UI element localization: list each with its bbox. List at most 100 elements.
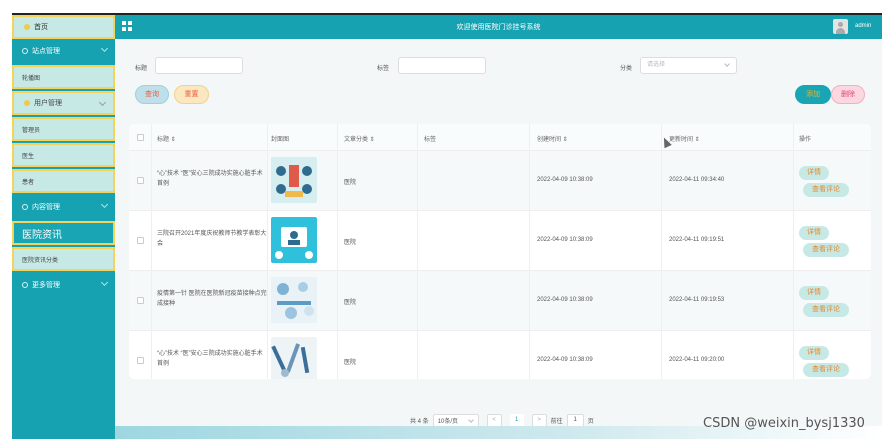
top-header: 欢迎使用医院门诊挂号系统 admin — [115, 15, 882, 39]
page-number[interactable]: 1 — [509, 413, 524, 427]
column-header-tags: 标签 — [424, 137, 437, 143]
row-updated: 2022-04-11 09:34:40 — [669, 177, 725, 183]
sidebar-item-label: 医院资讯 — [22, 229, 62, 241]
sidebar-item-hospital-news[interactable]: 医院资讯 — [12, 221, 115, 245]
column-divider — [793, 124, 794, 379]
detail-button[interactable]: 详情 — [799, 346, 829, 360]
sidebar-item-admins[interactable]: 管理员 — [12, 117, 115, 141]
tag-filter-label: 标签 — [377, 66, 390, 72]
next-page-button[interactable]: > — [531, 413, 547, 427]
row-checkbox[interactable] — [137, 237, 144, 244]
sidebar-group-label: 更多管理 — [32, 282, 60, 289]
goto-unit: 页 — [587, 418, 594, 425]
goto-label: 前往 — [550, 418, 563, 425]
view-comments-button[interactable]: 查看评论 — [803, 363, 849, 377]
sidebar-item-carousel[interactable]: 轮播图 — [12, 65, 115, 89]
sidebar-item-label: 首页 — [34, 24, 48, 31]
sidebar-group-label: 站点管理 — [32, 48, 60, 55]
table-row: “心”技术 “医”安心三院成功实施心脏手术 首例 医院 2022-04-09 1… — [129, 151, 871, 211]
row-created: 2022-04-09 10:38:09 — [537, 357, 593, 363]
row-checkbox[interactable] — [137, 177, 144, 184]
sidebar-item-patients[interactable]: 患者 — [12, 169, 115, 193]
sidebar-item-home[interactable]: 首页 — [12, 15, 115, 39]
sidebar-group-site[interactable]: 站点管理 — [12, 39, 115, 63]
sidebar-group-label: 用户管理 — [34, 100, 62, 107]
chevron-down-icon — [100, 278, 109, 287]
sidebar-item-news-category[interactable]: 医院资讯分类 — [12, 247, 115, 271]
row-category: 医院 — [344, 300, 357, 306]
detail-button[interactable]: 详情 — [799, 286, 829, 300]
cover-image — [271, 157, 317, 203]
pagination: 共 4 条 10条/页 < 1 > 前往 1 页 — [410, 413, 594, 427]
add-button[interactable]: 添加 — [795, 85, 831, 104]
news-table: 标题 ⇕ 封面图 文章分类 ⇕ 标签 创建时间 ⇕ 更新时间 ⇕ 操作 “心”技… — [129, 124, 871, 379]
column-divider — [417, 124, 418, 379]
cover-image — [271, 337, 317, 379]
column-header-cover: 封面图 — [271, 137, 290, 143]
row-category: 医院 — [344, 360, 357, 366]
row-created: 2022-04-09 10:38:09 — [537, 297, 593, 303]
sidebar-group-users[interactable]: 用户管理 — [12, 91, 115, 115]
row-checkbox[interactable] — [137, 357, 144, 364]
row-updated: 2022-04-11 09:19:51 — [669, 237, 725, 243]
cover-image — [271, 217, 317, 263]
prev-page-button[interactable]: < — [486, 413, 502, 427]
view-comments-button[interactable]: 查看评论 — [803, 183, 849, 197]
row-title: “心”技术 “医”安心三院成功实施心脏手术 首例 — [157, 171, 263, 187]
sidebar-item-label: 患者 — [22, 179, 35, 186]
row-created: 2022-04-09 10:38:09 — [537, 237, 593, 243]
detail-button[interactable]: 详情 — [799, 226, 829, 240]
avatar[interactable] — [833, 19, 848, 34]
column-divider — [337, 124, 338, 379]
chevron-down-icon — [724, 61, 730, 67]
view-comments-button[interactable]: 查看评论 — [803, 243, 849, 257]
chevron-down-icon — [100, 200, 109, 209]
delete-button[interactable]: 删除 — [831, 85, 865, 104]
sidebar-item-doctors[interactable]: 医生 — [12, 143, 115, 167]
column-header-created[interactable]: 创建时间 ⇕ — [537, 134, 568, 143]
table-row: 疫情第一针 医院在医院新冠疫苗接种点完成接种 医院 2022-04-09 10:… — [129, 271, 871, 331]
view-comments-button[interactable]: 查看评论 — [803, 303, 849, 317]
select-all-checkbox[interactable] — [137, 134, 144, 141]
home-icon — [24, 24, 30, 30]
title-filter-input[interactable] — [155, 57, 243, 74]
row-created: 2022-04-09 10:38:09 — [537, 177, 593, 183]
cover-image — [271, 277, 317, 323]
category-select[interactable]: 请选择 — [640, 57, 737, 74]
tag-filter-input[interactable] — [398, 57, 486, 74]
table-row: 三院召开2021年度庆祝教师节教学表彰大会 医院 2022-04-09 10:3… — [129, 211, 871, 271]
row-title: 疫情第一针 医院在医院新冠疫苗接种点完成接种 — [157, 291, 267, 307]
row-checkbox[interactable] — [137, 297, 144, 304]
category-filter-label: 分类 — [620, 66, 633, 72]
sidebar-group-content[interactable]: 内容管理 — [12, 195, 115, 219]
app-frame: 首页 站点管理 轮播图 用户管理 管理员 医生 患者 内容管理 医院资讯 医院资… — [12, 13, 882, 439]
chevron-down-icon — [98, 98, 107, 107]
page-size-select[interactable]: 10条/页 — [432, 413, 479, 427]
sidebar-item-label: 医院资讯分类 — [22, 257, 59, 264]
chevron-down-icon — [100, 44, 109, 53]
reset-button[interactable]: 重置 — [174, 85, 209, 104]
column-divider — [661, 124, 662, 379]
row-updated: 2022-04-11 09:19:53 — [669, 297, 725, 303]
document-icon — [22, 204, 28, 210]
row-category: 医院 — [344, 180, 357, 186]
sidebar-item-label: 医生 — [22, 153, 35, 160]
column-header-category[interactable]: 文章分类 ⇕ — [344, 134, 375, 143]
row-title: “心”技术 “医”安心三院成功实施心脏手术 首例 — [157, 351, 263, 367]
user-name[interactable]: admin — [855, 23, 871, 29]
column-header-updated[interactable]: 更新时间 ⇕ — [669, 134, 700, 143]
goto-page-input[interactable]: 1 — [566, 413, 584, 427]
user-icon — [24, 100, 30, 106]
column-header-title[interactable]: 标题 ⇕ — [157, 134, 176, 143]
row-updated: 2022-04-11 09:20:00 — [669, 357, 725, 363]
sidebar-group-label: 内容管理 — [32, 204, 60, 211]
search-button[interactable]: 查询 — [135, 85, 169, 104]
page-title: 欢迎使用医院门诊挂号系统 — [456, 24, 541, 31]
sidebar-item-label: 轮播图 — [22, 75, 41, 82]
detail-button[interactable]: 详情 — [799, 166, 829, 180]
sidebar-item-label: 管理员 — [22, 127, 41, 134]
table-header: 标题 ⇕ 封面图 文章分类 ⇕ 标签 创建时间 ⇕ 更新时间 ⇕ 操作 — [129, 124, 871, 151]
chevron-down-icon — [467, 416, 474, 423]
sidebar-group-more[interactable]: 更多管理 — [12, 273, 115, 297]
column-divider — [529, 124, 530, 379]
